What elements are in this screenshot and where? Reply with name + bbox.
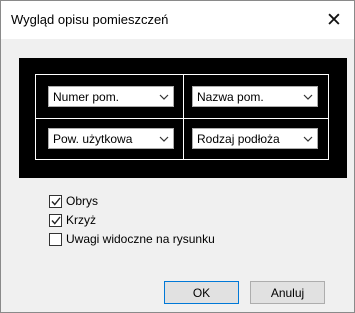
select-value: Nazwa pom. xyxy=(197,89,264,104)
select-value: Numer pom. xyxy=(53,89,120,104)
checkbox[interactable] xyxy=(49,213,62,227)
option-label: Krzyż xyxy=(66,213,96,227)
option-outline[interactable]: Obrys xyxy=(49,194,98,208)
select-value: Rodzaj podłoża xyxy=(197,131,280,146)
checkmark-icon xyxy=(50,197,61,206)
option-cross[interactable]: Krzyż xyxy=(49,213,96,227)
ok-button[interactable]: OK xyxy=(164,281,239,304)
dialog-title: Wygląd opisu pomieszczeń xyxy=(11,12,169,27)
checkbox[interactable] xyxy=(49,194,62,208)
cancel-button[interactable]: Anuluj xyxy=(250,281,325,304)
field-select-top-left[interactable]: Numer pom. xyxy=(48,86,174,107)
field-select-bottom-left[interactable]: Pow. użytkowa xyxy=(48,128,174,149)
title-bar: Wygląd opisu pomieszczeń ✕ xyxy=(1,1,354,39)
dialog-window: Wygląd opisu pomieszczeń ✕ Numer pom. Na… xyxy=(0,0,355,313)
grid-divider-horizontal xyxy=(36,118,328,119)
option-label: Uwagi widoczne na rysunku xyxy=(66,232,215,246)
grid-divider-vertical xyxy=(183,75,184,159)
chevron-down-icon xyxy=(299,136,317,142)
field-select-top-right[interactable]: Nazwa pom. xyxy=(192,86,318,107)
chevron-down-icon xyxy=(155,94,173,100)
checkbox[interactable] xyxy=(49,232,62,246)
label-layout-grid: Numer pom. Nazwa pom. Pow. użytkowa Rodz… xyxy=(35,74,329,160)
field-select-bottom-right[interactable]: Rodzaj podłoża xyxy=(192,128,318,149)
chevron-down-icon xyxy=(155,136,173,142)
select-value: Pow. użytkowa xyxy=(53,131,133,146)
label-preview-panel: Numer pom. Nazwa pom. Pow. użytkowa Rodz… xyxy=(19,58,347,178)
option-notes-visible[interactable]: Uwagi widoczne na rysunku xyxy=(49,232,215,246)
option-label: Obrys xyxy=(66,194,99,208)
close-icon: ✕ xyxy=(326,9,342,31)
checkmark-icon xyxy=(50,216,61,225)
close-button[interactable]: ✕ xyxy=(314,1,354,39)
chevron-down-icon xyxy=(299,94,317,100)
dialog-body: Numer pom. Nazwa pom. Pow. użytkowa Rodz… xyxy=(1,39,354,312)
